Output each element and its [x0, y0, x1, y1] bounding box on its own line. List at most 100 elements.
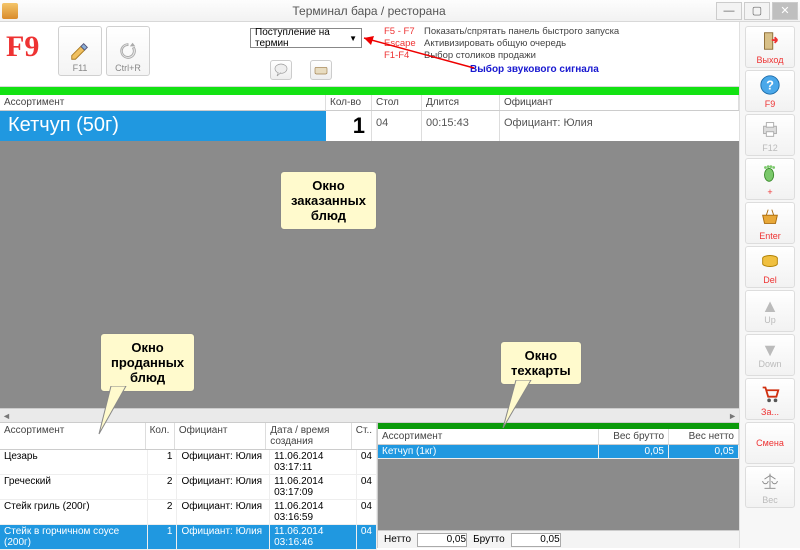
enter-button[interactable]: Enter: [745, 202, 795, 244]
shortcut-key: F5 - F7: [384, 26, 424, 38]
sold-pane: Ассортимент Кол. Официант Дата / время с…: [0, 423, 378, 548]
exit-button[interactable]: Выход: [745, 26, 795, 68]
order-waiter: Официант: Юлия: [500, 111, 739, 141]
shortcut-desc: Выбор столиков продажи: [424, 50, 536, 62]
col-waiter: Официант: [175, 423, 266, 449]
titlebar: Терминал бара / ресторана — ▢ ✕: [0, 0, 800, 22]
sidebar-label: Смена: [756, 438, 784, 448]
ctrl-r-label: Ctrl+R: [115, 63, 141, 73]
col-kol: Кол.: [146, 423, 175, 449]
callout-tech: Окно техкарты: [500, 341, 582, 385]
coins-icon: [759, 250, 781, 275]
col-brutto: Вес брутто: [599, 429, 669, 444]
help-button[interactable]: ? F9: [745, 70, 795, 112]
table-row[interactable]: Цезарь1Официант: Юлия11.06.2014 03:17:11…: [0, 450, 377, 475]
cart-icon: [759, 382, 781, 407]
svg-text:?: ?: [766, 77, 774, 92]
sidebar-label: Up: [764, 315, 776, 325]
arrow-down-icon: ▼: [761, 341, 779, 359]
keyboard-button[interactable]: [310, 60, 332, 80]
col-dur: Длится: [422, 95, 500, 110]
printer-icon: [759, 118, 781, 143]
app-icon: [2, 3, 18, 19]
greenbar: [0, 87, 739, 95]
shortcut-list: F5 - F7Показать/спрятать панель быстрого…: [384, 26, 619, 62]
netto-input[interactable]: [417, 533, 467, 547]
ctrl-r-button[interactable]: Ctrl+R: [106, 26, 150, 76]
f11-label: F11: [73, 63, 88, 73]
netto-label: Нетто: [384, 534, 411, 545]
ves-button[interactable]: Вес: [745, 466, 795, 508]
terminal-dropdown[interactable]: Поступление на термин ▼: [250, 28, 362, 48]
tech-header: Ассортимент Вес брутто Вес нетто: [378, 429, 739, 445]
order-stol: 04: [372, 111, 422, 141]
col-assort: Ассортимент: [378, 429, 599, 444]
order-row[interactable]: Кетчуп (50г) 1 04 00:15:43 Официант: Юли…: [0, 111, 739, 141]
f9-label: F9: [6, 26, 58, 64]
order-name: Кетчуп (50г): [0, 111, 326, 141]
minimize-button[interactable]: —: [716, 2, 742, 20]
orders-canvas: Окно заказанных блюд Окно проданных блюд…: [0, 141, 739, 408]
col-waiter: Официант: [500, 95, 739, 110]
table-row[interactable]: Стейк в горчичном соусе (200г)1Официант:…: [0, 525, 377, 550]
sold-body: Цезарь1Официант: Юлия11.06.2014 03:17:11…: [0, 450, 377, 550]
brutto-label: Брутто: [473, 534, 505, 545]
arrow-up-icon: ▲: [761, 297, 779, 315]
table-row[interactable]: Кетчуп (1кг)0,050,05: [378, 445, 739, 459]
sound-button[interactable]: [270, 60, 292, 80]
print-button[interactable]: F12: [745, 114, 795, 156]
col-kolvo: Кол-во: [326, 95, 372, 110]
col-stol: Ст..: [352, 423, 377, 449]
sidebar-label: +: [767, 187, 772, 197]
col-netto: Вес нетто: [669, 429, 739, 444]
sidebar-label: F9: [765, 99, 776, 109]
sidebar-label: F12: [762, 143, 778, 153]
col-stol: Стол: [372, 95, 422, 110]
down-button[interactable]: ▼ Down: [745, 334, 795, 376]
order-button[interactable]: За...: [745, 378, 795, 420]
table-row[interactable]: Стейк гриль (200г)2Официант: Юлия11.06.2…: [0, 500, 377, 525]
del-button[interactable]: Del: [745, 246, 795, 288]
basket-icon: [759, 206, 781, 231]
brutto-input[interactable]: [511, 533, 561, 547]
close-button[interactable]: ✕: [772, 2, 798, 20]
sidebar-label: Enter: [759, 231, 781, 241]
blue-note: Выбор звукового сигнала: [470, 64, 599, 75]
tech-pane: Ассортимент Вес брутто Вес нетто Кетчуп …: [378, 423, 739, 548]
pencil-icon: [68, 39, 92, 63]
speech-icon: [273, 62, 289, 78]
sidebar-label: Вес: [762, 495, 778, 505]
sidebar-label: Down: [758, 359, 781, 369]
window-title: Терминал бара / ресторана: [24, 4, 714, 18]
tech-body: Кетчуп (1кг)0,050,05: [378, 445, 739, 459]
ribbon: F9 F11 Ctrl+R Поступление на термин ▼: [0, 22, 739, 87]
dropdown-value: Поступление на термин: [255, 27, 349, 49]
keyboard-icon: [313, 62, 329, 78]
orders-header: Ассортимент Кол-во Стол Длится Официант: [0, 95, 739, 111]
callout-ordered: Окно заказанных блюд: [280, 171, 377, 230]
sidebar-label: Del: [763, 275, 777, 285]
shortcut-desc: Показать/спрятать панель быстрого запуск…: [424, 26, 619, 38]
sidebar: Выход ? F9 F12 + Enter: [740, 22, 800, 548]
col-assort: Ассортимент: [0, 95, 326, 110]
maximize-button[interactable]: ▢: [744, 2, 770, 20]
table-row[interactable]: Греческий2Официант: Юлия11.06.2014 03:17…: [0, 475, 377, 500]
shortcut-key: Escape: [384, 38, 424, 50]
shortcut-desc: Активизировать общую очередь: [424, 38, 566, 50]
smena-button[interactable]: Смена: [745, 422, 795, 464]
callout-sold: Окно проданных блюд: [100, 333, 195, 392]
sidebar-label: Выход: [757, 55, 784, 65]
order-dur: 00:15:43: [422, 111, 500, 141]
shortcut-key: F1-F4: [384, 50, 424, 62]
door-icon: [759, 30, 781, 55]
help-icon: ?: [759, 74, 781, 99]
f11-button[interactable]: F11: [58, 26, 102, 76]
tech-canvas: [378, 459, 739, 530]
sidebar-label: За...: [761, 407, 779, 417]
chevron-down-icon: ▼: [349, 34, 357, 43]
refresh-icon: [116, 39, 140, 63]
foot-icon: [759, 162, 781, 187]
up-button[interactable]: ▲ Up: [745, 290, 795, 332]
order-kol: 1: [326, 111, 372, 141]
add-button[interactable]: +: [745, 158, 795, 200]
